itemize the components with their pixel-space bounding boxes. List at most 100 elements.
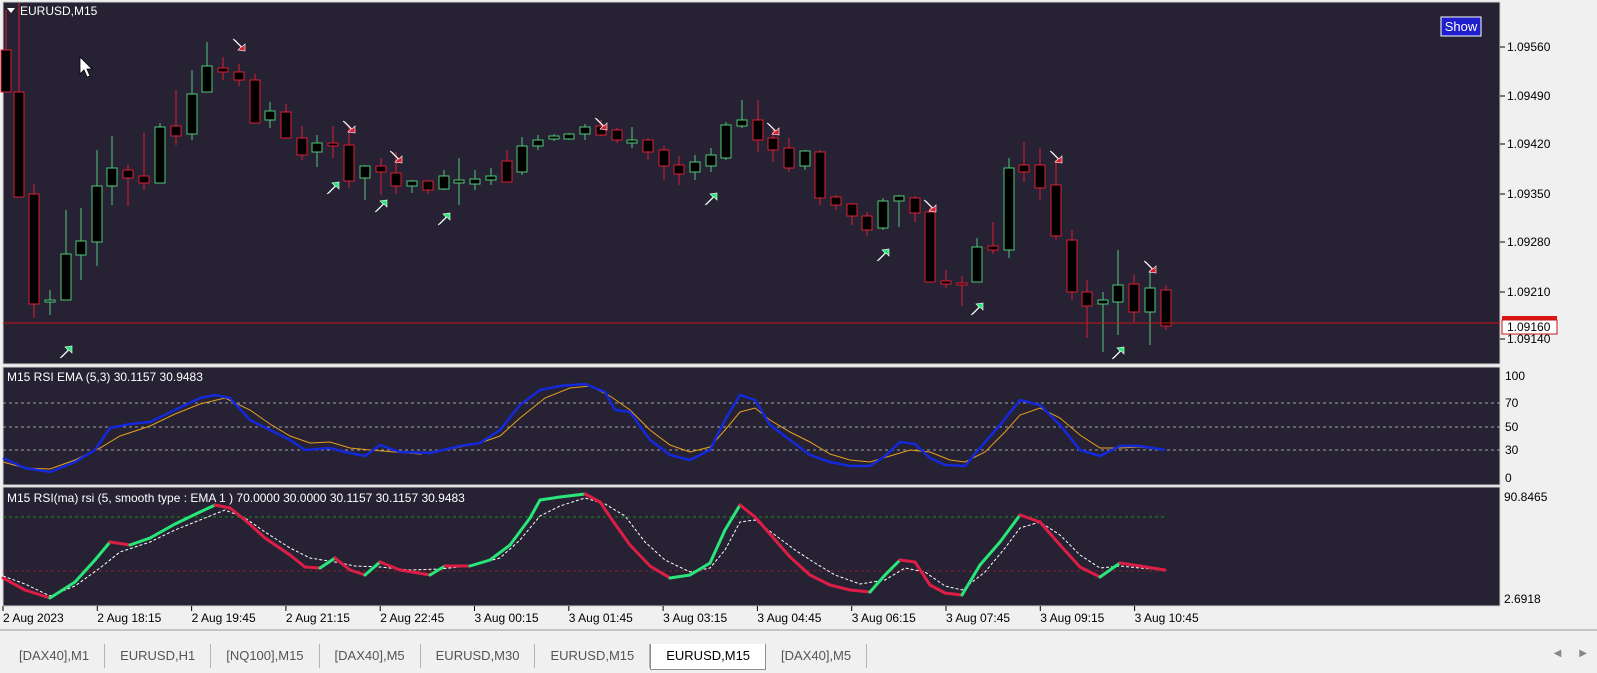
candle-body: [814, 151, 826, 199]
tab-eurusd-m30[interactable]: EURUSD,M30: [421, 644, 536, 668]
price-tick-label: 1.09420: [1507, 137, 1551, 151]
candle-body: [422, 180, 434, 191]
candle-body: [264, 110, 276, 121]
candle-body: [924, 211, 936, 283]
tab-dax40-m5-2[interactable]: [DAX40],M5: [766, 644, 868, 668]
chart-area[interactable]: 1.09560 1.09490 1.09420 1.09350 1.09280 1.092…: [0, 0, 1597, 644]
candle-body: [1144, 287, 1156, 313]
chart-tab-bar: [DAX40],M1 EURUSD,H1 [NQ100],M15 [DAX40]…: [0, 644, 1597, 673]
tab-nq100-m15[interactable]: [NQ100],M15: [211, 644, 320, 668]
rsima-segment: [303, 565, 322, 570]
candle-body: [877, 200, 889, 229]
rsima-segment: [898, 558, 917, 564]
candle-body: [956, 282, 968, 286]
candle-body: [1066, 239, 1078, 293]
rsima-label: M15 RSI(ma) rsi (5, smooth type : EMA 1 …: [7, 491, 465, 505]
candle-body: [893, 195, 905, 202]
price-axis: [1501, 2, 1595, 364]
tab-dax40-m1[interactable]: [DAX40],M1: [4, 644, 106, 668]
candle-body: [170, 125, 182, 137]
time-tick-label: 3 Aug 10:45: [1135, 611, 1199, 625]
candle-body: [516, 145, 528, 173]
candle-body: [579, 126, 591, 135]
rsima-segment: [943, 591, 964, 597]
current-price-label: 1.09160: [1507, 320, 1551, 334]
candle-body: [122, 169, 134, 179]
rsima-segment: [848, 588, 872, 594]
time-tick-label: 2 Aug 18:15: [97, 611, 161, 625]
scroll-left-icon[interactable]: ◀: [1554, 648, 1562, 659]
time-tick-label: 2 Aug 22:45: [380, 611, 444, 625]
candle-body: [201, 65, 213, 93]
candle-body: [658, 149, 670, 167]
tab-eurusd-h1[interactable]: EURUSD,H1: [105, 644, 212, 668]
candle-body: [1003, 167, 1015, 251]
time-tick-label: 2 Aug 2023: [3, 611, 64, 625]
candle-body: [642, 139, 654, 153]
candle-body: [438, 175, 450, 190]
candle-body: [1097, 299, 1109, 305]
candle-body: [532, 139, 544, 147]
price-tick-label: 1.09280: [1507, 235, 1551, 249]
candle-body: [233, 71, 245, 81]
candle-body: [375, 165, 387, 173]
candle-body: [138, 175, 150, 184]
time-tick-label: 3 Aug 00:15: [475, 611, 539, 625]
candle-body: [971, 246, 983, 283]
candle-body: [106, 167, 118, 187]
main-pane[interactable]: [2, 1, 1501, 365]
candle-body: [359, 165, 371, 179]
symbol-label: EURUSD,M15: [20, 4, 98, 18]
candle-body: [689, 161, 701, 173]
rsi-level-label: 70: [1505, 396, 1519, 410]
tab-eurusd-m15[interactable]: EURUSD,M15: [535, 644, 651, 668]
candle-body: [767, 137, 779, 151]
candle-body: [1128, 283, 1140, 313]
rsi-level-label: 30: [1505, 443, 1519, 457]
tab-eurusd-m15-active[interactable]: EURUSD,M15: [650, 644, 767, 670]
terminal-window: 1.09560 1.09490 1.09420 1.09350 1.09280 1.092…: [0, 0, 1597, 673]
candle-body: [705, 154, 717, 167]
show-button[interactable]: Show: [1440, 16, 1482, 37]
candle-body: [154, 126, 166, 184]
candle-body: [1018, 164, 1030, 173]
candle-body: [548, 135, 560, 140]
candle-body: [311, 142, 323, 153]
tab-scroll: ◀ ▶: [1554, 648, 1587, 659]
candle-body: [987, 245, 999, 251]
candle-body: [327, 142, 339, 147]
candle-body: [390, 172, 402, 187]
candle-body: [752, 119, 764, 141]
rsi-level-label: 100: [1505, 369, 1525, 383]
candle-body: [1050, 184, 1062, 237]
candle-body: [940, 280, 952, 285]
candle-body: [1081, 291, 1093, 307]
show-button-label: Show: [1445, 19, 1478, 34]
candle-body: [186, 93, 198, 135]
candle-body: [1034, 164, 1046, 189]
candle-body: [217, 67, 229, 73]
scroll-right-icon[interactable]: ▶: [1579, 648, 1587, 659]
candle-body: [563, 133, 575, 140]
rsi-label: M15 RSI EMA (5,3) 30.1157 30.9483: [7, 370, 203, 384]
rsi-pane[interactable]: [2, 366, 1501, 486]
candle-body: [626, 139, 638, 144]
time-tick-label: 2 Aug 21:15: [286, 611, 350, 625]
candle-body: [13, 91, 25, 198]
price-tick-label: 1.09560: [1507, 40, 1551, 54]
time-tick-label: 2 Aug 19:45: [192, 611, 256, 625]
time-tick-label: 3 Aug 03:15: [663, 611, 727, 625]
time-tick-label: 3 Aug 09:15: [1040, 611, 1104, 625]
candle-body: [830, 196, 842, 206]
tab-dax40-m5[interactable]: [DAX40],M5: [320, 644, 421, 668]
candle-body: [280, 111, 292, 139]
candle-body: [60, 253, 72, 301]
candle-body: [611, 129, 623, 141]
candle-body: [1160, 289, 1172, 327]
candle-body: [249, 79, 261, 124]
time-tick-label: 3 Aug 07:45: [946, 611, 1010, 625]
candle-body: [861, 215, 873, 231]
candle-body: [91, 185, 103, 243]
candle-body: [296, 137, 308, 156]
candle-body: [453, 179, 465, 184]
